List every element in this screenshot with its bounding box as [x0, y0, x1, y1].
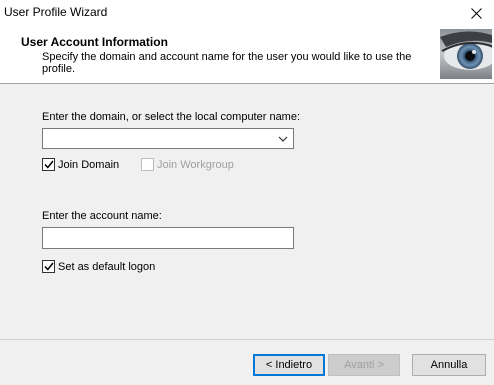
- window-title: User Profile Wizard: [4, 5, 108, 19]
- back-button[interactable]: < Indietro: [253, 354, 325, 376]
- join-workgroup-checkbox[interactable]: [141, 158, 154, 171]
- join-workgroup-label: Join Workgroup: [157, 158, 234, 171]
- wizard-window: User Profile Wizard User Account Informa…: [0, 0, 494, 385]
- next-button[interactable]: Avanti >: [328, 354, 400, 376]
- cancel-button[interactable]: Annulla: [412, 354, 486, 376]
- header-subtitle: Specify the domain and account name for …: [42, 51, 412, 75]
- join-domain-checkbox[interactable]: [42, 158, 55, 171]
- close-button[interactable]: [458, 0, 494, 26]
- default-logon-checkbox-row[interactable]: Set as default logon: [42, 260, 155, 273]
- account-name-input[interactable]: [42, 227, 294, 249]
- join-domain-label: Join Domain: [58, 158, 120, 171]
- account-label: Enter the account name:: [42, 210, 162, 222]
- eye-image: [440, 29, 492, 79]
- join-domain-checkbox-row[interactable]: Join Domain: [42, 158, 119, 171]
- domain-combobox[interactable]: [42, 128, 294, 149]
- title-bar: User Profile Wizard: [0, 0, 494, 26]
- default-logon-checkbox[interactable]: [42, 260, 55, 273]
- checkmark-icon: [43, 262, 54, 271]
- footer-divider: [0, 339, 494, 340]
- wizard-header: User Account Information Specify the dom…: [0, 26, 494, 84]
- header-title: User Account Information: [21, 35, 168, 49]
- close-icon: [470, 7, 482, 19]
- default-logon-label: Set as default logon: [58, 260, 156, 273]
- join-workgroup-checkbox-row[interactable]: Join Workgroup: [141, 158, 234, 171]
- chevron-down-icon[interactable]: [276, 132, 290, 146]
- domain-label: Enter the domain, or select the local co…: [42, 111, 301, 123]
- checkmark-icon: [43, 160, 54, 169]
